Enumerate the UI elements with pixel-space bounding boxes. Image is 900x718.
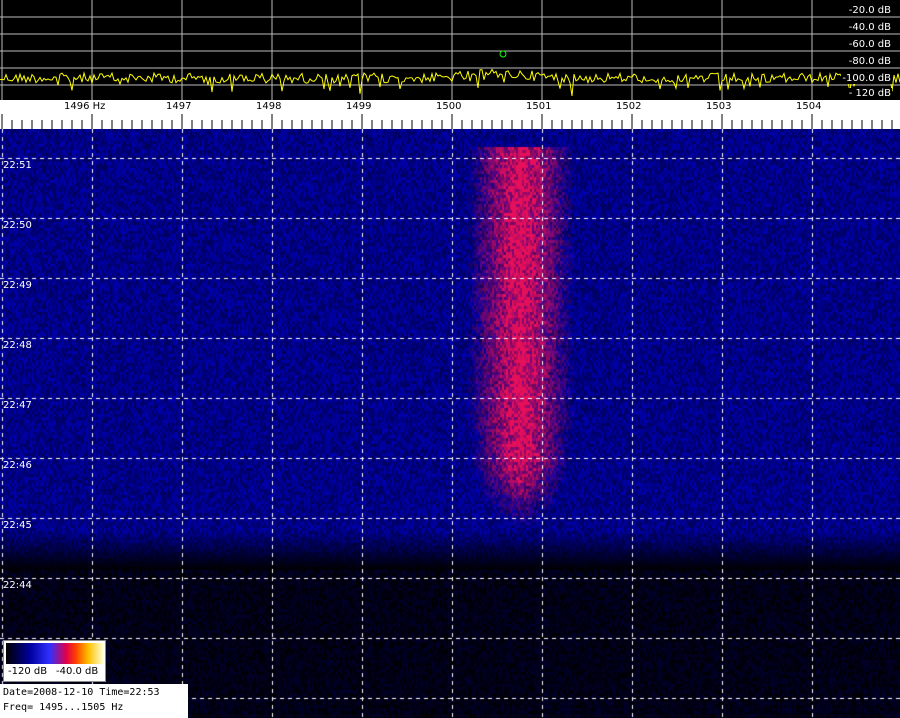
freq-label-1504: 1504 bbox=[796, 101, 822, 112]
freq-label-1500: 1500 bbox=[436, 101, 462, 112]
colorbar-gradient bbox=[6, 643, 103, 664]
time-label-2246: 22:46 bbox=[3, 460, 32, 471]
frequency-ticks bbox=[1, 114, 893, 129]
time-label-2250: 22:50 bbox=[3, 220, 32, 231]
db-label-100: -100.0 dB bbox=[841, 73, 892, 84]
freq-label-1496: 1496 Hz bbox=[64, 101, 106, 112]
freq-label-1503: 1503 bbox=[706, 101, 732, 112]
db-label-80: -80.0 dB bbox=[847, 56, 892, 67]
frequency-range-readout: Freq= 1495...1505 Hz bbox=[3, 702, 124, 713]
colorbar-min-label: -120 dB bbox=[8, 666, 48, 677]
spectrum-panel bbox=[0, 0, 900, 100]
freq-label-1497: 1497 bbox=[166, 101, 192, 112]
time-label-2251: 22:51 bbox=[3, 160, 32, 171]
time-label-2244: 22:44 bbox=[3, 580, 32, 591]
db-label-20: -20.0 dB bbox=[847, 5, 892, 16]
freq-label-1501: 1501 bbox=[526, 101, 552, 112]
db-label-40: -40.0 dB bbox=[847, 22, 892, 33]
time-label-2247: 22:47 bbox=[3, 400, 32, 411]
time-label-2249: 22:49 bbox=[3, 280, 32, 291]
freq-label-1498: 1498 bbox=[256, 101, 282, 112]
freq-label-1502: 1502 bbox=[616, 101, 642, 112]
time-label-2248: 22:48 bbox=[3, 340, 32, 351]
colorbar-legend: -120 dB -40.0 dB bbox=[3, 640, 106, 682]
spectrum-grid bbox=[0, 0, 900, 100]
info-box: Date=2008-12-10 Time=22:53 Freq= 1495...… bbox=[0, 684, 188, 718]
waterfall-display[interactable] bbox=[0, 129, 900, 718]
spectrum-trace bbox=[0, 68, 900, 96]
date-time-readout: Date=2008-12-10 Time=22:53 bbox=[3, 687, 160, 698]
time-label-2245: 22:45 bbox=[3, 520, 32, 531]
db-label-120: - 120 dB bbox=[847, 88, 892, 99]
peak-marker bbox=[499, 50, 507, 58]
db-label-60: -60.0 dB bbox=[847, 39, 892, 50]
freq-label-1499: 1499 bbox=[346, 101, 372, 112]
colorbar-max-label: -40.0 dB bbox=[56, 666, 99, 677]
